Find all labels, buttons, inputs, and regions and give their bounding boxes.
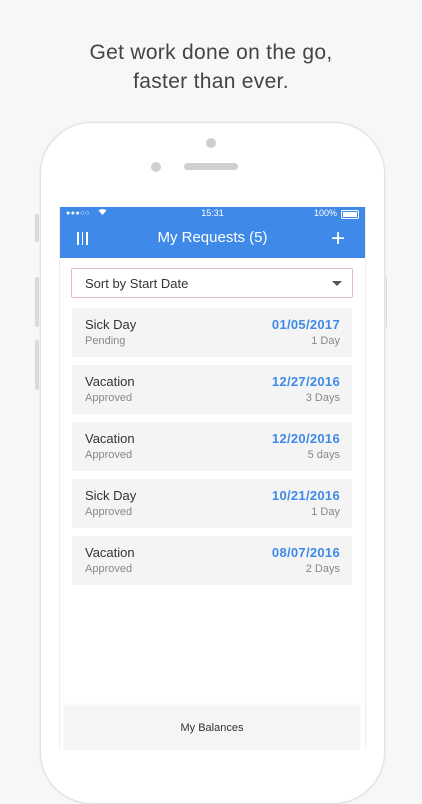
camera — [206, 138, 216, 148]
chevron-down-icon — [332, 281, 342, 286]
request-date: 10/21/2016 — [271, 488, 340, 503]
my-balances-button[interactable]: My Balances — [64, 706, 360, 750]
request-item[interactable]: Vacation Approved 12/20/2016 5 days — [72, 422, 352, 471]
battery-icon — [341, 210, 359, 219]
request-type: Sick Day — [85, 488, 137, 503]
request-duration: 5 days — [307, 449, 340, 461]
request-status: Approved — [85, 449, 133, 461]
request-duration: 1 Day — [311, 335, 340, 347]
request-status: Approved — [85, 506, 133, 518]
my-balances-label: My Balances — [180, 722, 244, 734]
request-type: Vacation — [85, 431, 135, 446]
request-item[interactable]: Sick Day Pending 01/05/2017 1 Day — [72, 308, 352, 357]
headline-line-2: faster than ever. — [133, 70, 289, 93]
app-bar: ●●●○○ 15:31 100% My Requests (5) + — [60, 207, 365, 258]
status-bar: ●●●○○ 15:31 100% — [60, 207, 365, 221]
request-date: 12/20/2016 — [271, 431, 340, 446]
volume-down-button — [35, 340, 39, 390]
phone-screen: ●●●○○ 15:31 100% My Requests (5) + Sort … — [59, 207, 366, 750]
request-type: Vacation — [85, 374, 135, 389]
marketing-headline: Get work done on the go, faster than eve… — [0, 38, 422, 96]
request-date: 08/07/2016 — [271, 545, 340, 560]
request-status: Approved — [85, 392, 133, 404]
request-status: Approved — [85, 563, 133, 575]
request-item[interactable]: Vacation Approved 08/07/2016 2 Days — [72, 536, 352, 585]
volume-up-button — [35, 277, 39, 327]
plus-icon[interactable]: + — [331, 227, 345, 251]
request-type: Vacation — [85, 545, 135, 560]
sensor — [151, 162, 161, 172]
speaker — [184, 163, 238, 170]
request-duration: 2 Days — [305, 563, 340, 575]
requests-list: Sick Day Pending 01/05/2017 1 Day Vacati… — [72, 308, 352, 593]
request-item[interactable]: Sick Day Approved 10/21/2016 1 Day — [72, 479, 352, 528]
sort-dropdown[interactable]: Sort by Start Date — [71, 268, 353, 298]
battery-percent: 100% — [313, 208, 337, 218]
request-date: 01/05/2017 — [271, 317, 340, 332]
sort-dropdown-label: Sort by Start Date — [85, 276, 189, 291]
request-duration: 3 Days — [305, 392, 340, 404]
request-item[interactable]: Vacation Approved 12/27/2016 3 Days — [72, 365, 352, 414]
request-duration: 1 Day — [311, 506, 340, 518]
request-status: Pending — [85, 335, 126, 347]
page-title: My Requests (5) — [157, 229, 268, 246]
request-type: Sick Day — [85, 317, 137, 332]
request-date: 12/27/2016 — [271, 374, 340, 389]
headline-line-1: Get work done on the go, — [89, 41, 333, 64]
mute-switch — [35, 214, 39, 242]
